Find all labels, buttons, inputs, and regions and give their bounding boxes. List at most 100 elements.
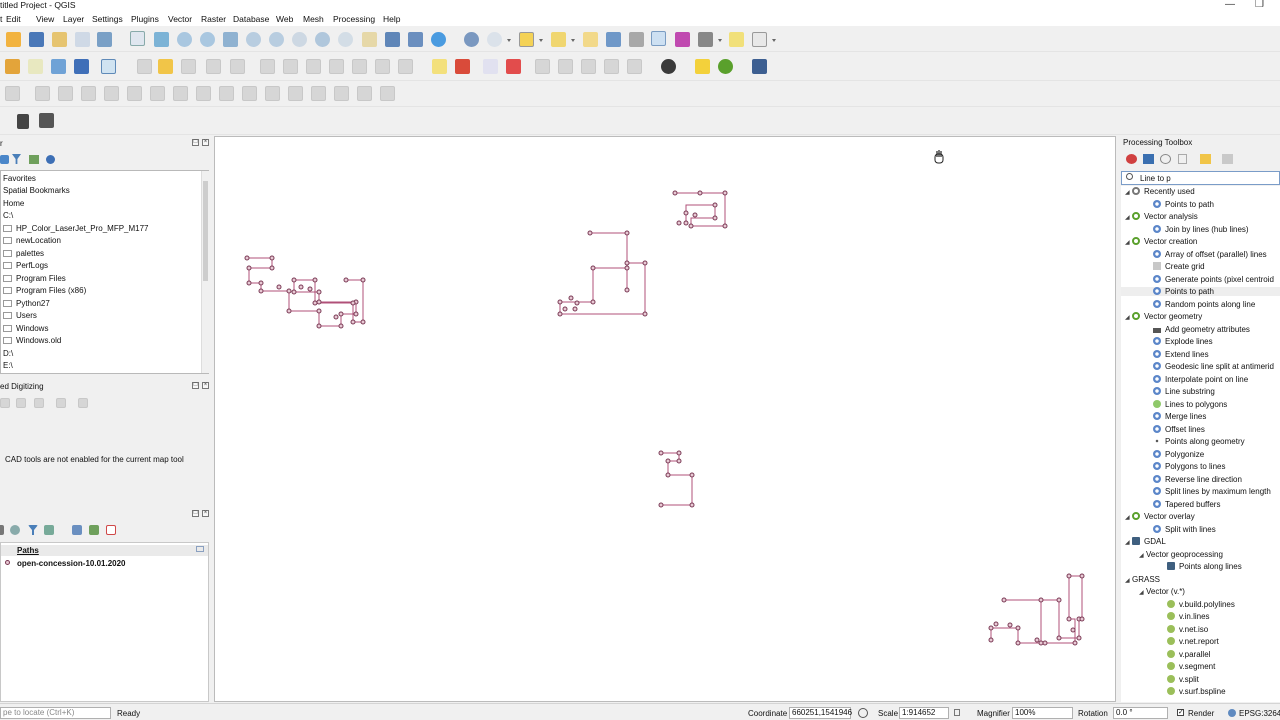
expand-arrow-icon[interactable]: ◢ — [1139, 552, 1146, 559]
data-source-manager-icon[interactable] — [5, 59, 20, 74]
browser-item-folder[interactable]: Windows — [3, 324, 48, 333]
chevron-down-icon[interactable] — [718, 39, 722, 42]
label-tool-icon[interactable] — [432, 59, 447, 74]
toolbox-algorithm[interactable]: v.net.iso — [1167, 624, 1208, 634]
toolbox-algorithm[interactable]: v.build.polylines — [1167, 599, 1235, 609]
digitize-tool-icon[interactable] — [334, 86, 349, 101]
menu-raster[interactable]: Raster — [201, 14, 226, 24]
expand-arrow-icon[interactable]: ◢ — [1125, 577, 1132, 584]
new-bookmark-icon[interactable] — [385, 32, 400, 47]
menu-layer[interactable]: Layer — [63, 14, 84, 24]
toolbox-algorithm[interactable]: v.surf.bspline — [1167, 687, 1226, 696]
menu-web[interactable]: Web — [276, 14, 293, 24]
expand-arrow-icon[interactable]: ◢ — [1125, 314, 1132, 321]
toolbox-algorithm[interactable]: Points to path — [1153, 199, 1214, 209]
toolbox-algorithm[interactable]: Array of offset (parallel) lines — [1153, 249, 1267, 259]
digitize-tool-icon[interactable] — [0, 398, 10, 408]
menu-help[interactable]: Help — [383, 14, 400, 24]
digitize-tool-icon[interactable] — [380, 86, 395, 101]
locator-search-input[interactable]: pe to locate (Ctrl+K) — [0, 707, 111, 719]
modify-attributes-icon[interactable] — [260, 59, 275, 74]
toolbox-algorithm[interactable]: Generate points (pixel centroid — [1153, 274, 1274, 284]
refresh-icon[interactable] — [0, 155, 9, 164]
visibility-eye-icon[interactable] — [10, 525, 20, 535]
menu-settings[interactable]: Settings — [92, 14, 123, 24]
toolbox-algorithm[interactable]: Add geometry attributes — [1153, 325, 1250, 334]
expand-arrow-icon[interactable]: ◢ — [1125, 214, 1132, 221]
menu-view[interactable]: View — [36, 14, 54, 24]
toolbox-algorithm[interactable]: Tapered buffers — [1153, 499, 1220, 509]
python-console-icon[interactable] — [695, 59, 710, 74]
expand-arrow-icon[interactable]: ◢ — [1125, 539, 1132, 546]
digitize-tool-icon[interactable] — [35, 86, 50, 101]
toolbox-algorithm[interactable]: Split with lines — [1153, 524, 1216, 534]
zoom-full-icon[interactable] — [223, 32, 238, 47]
expand-arrow-icon[interactable]: ◢ — [1125, 239, 1132, 246]
highlight-pinned-labels-icon[interactable] — [506, 59, 521, 74]
layer-name[interactable]: open-concession-10.01.2020 — [17, 559, 126, 568]
delete-selected-icon[interactable] — [283, 59, 298, 74]
toolbox-algorithm[interactable]: v.parallel — [1167, 649, 1210, 659]
browser-item-e-drive[interactable]: E:\ — [3, 361, 13, 370]
digitize-tool-icon[interactable] — [127, 86, 142, 101]
digitize-tool-icon[interactable] — [16, 398, 26, 408]
map-canvas[interactable] — [214, 136, 1116, 702]
new-shapefile-icon[interactable] — [28, 59, 43, 74]
results-viewer-icon[interactable] — [1178, 154, 1187, 164]
redo-icon[interactable] — [398, 59, 413, 74]
toolbox-algorithm[interactable]: Random points along line — [1153, 299, 1255, 309]
menu-project[interactable]: t — [0, 14, 2, 24]
digitize-tool-icon[interactable] — [58, 86, 73, 101]
zoom-in-icon[interactable] — [177, 32, 192, 47]
history-icon[interactable] — [1160, 154, 1171, 164]
refresh-icon[interactable] — [431, 32, 446, 47]
toolbox-algorithm[interactable]: Polygons to lines — [1153, 462, 1225, 471]
plugins-globe-icon[interactable] — [718, 59, 733, 74]
toolbox-group[interactable]: ◢ Recently used — [1125, 187, 1195, 196]
toolbox-algorithm[interactable]: v.split — [1167, 674, 1199, 684]
toggle-editing-icon[interactable] — [137, 59, 152, 74]
add-feature-icon[interactable] — [206, 59, 221, 74]
chevron-down-icon[interactable] — [539, 39, 543, 42]
expand-arrow-icon[interactable]: ◢ — [1125, 514, 1132, 521]
browser-item-spatial-bookmarks[interactable]: Spatial Bookmarks — [3, 186, 70, 195]
label-properties-icon[interactable] — [627, 59, 642, 74]
new-print-layout-icon[interactable] — [52, 32, 67, 47]
identify-icon[interactable] — [464, 32, 479, 47]
collapse-all-icon[interactable] — [89, 525, 99, 535]
browser-item-folder[interactable]: PerfLogs — [3, 261, 48, 270]
layer-row[interactable]: open-concession-10.01.2020 — [1, 558, 208, 569]
show-hide-labels-icon[interactable] — [535, 59, 550, 74]
coordinate-field[interactable]: 660251,1541946 — [789, 707, 852, 719]
digitize-tool-icon[interactable] — [81, 86, 96, 101]
layer-labeling-icon[interactable] — [455, 59, 470, 74]
new-virtual-layer-icon[interactable] — [101, 59, 116, 74]
zoom-native-icon[interactable] — [292, 32, 307, 47]
expand-arrow-icon[interactable]: ◢ — [1139, 589, 1146, 596]
zoom-last-icon[interactable] — [315, 32, 330, 47]
remove-layer-icon[interactable] — [106, 525, 116, 535]
show-bookmarks-icon[interactable] — [408, 32, 423, 47]
georeferencer-icon[interactable] — [661, 59, 676, 74]
statistics-sigma-icon[interactable] — [675, 32, 690, 47]
close-icon[interactable]: × — [202, 510, 209, 517]
zoom-selection-icon[interactable] — [246, 32, 261, 47]
undo-icon[interactable] — [375, 59, 390, 74]
toolbox-group[interactable]: ◢ Vector creation — [1125, 237, 1197, 246]
style-manager-icon[interactable] — [97, 32, 112, 47]
toolbox-algorithm[interactable]: Explode lines — [1153, 337, 1213, 346]
browser-item-folder[interactable]: palettes — [3, 249, 44, 258]
browser-scrollbar[interactable] — [201, 171, 209, 373]
digitize-tool-icon[interactable] — [78, 398, 88, 408]
chevron-down-icon[interactable] — [571, 39, 575, 42]
layer-group-row[interactable]: Paths — [1, 545, 208, 556]
menu-database[interactable]: Database — [233, 14, 269, 24]
browser-item-favorites[interactable]: Favorites — [3, 174, 36, 183]
attribute-table-icon[interactable] — [606, 32, 621, 47]
pencil-icon[interactable] — [158, 59, 173, 74]
text-annotation-icon[interactable] — [752, 32, 767, 47]
options-wrench-icon[interactable] — [1222, 154, 1233, 164]
menu-mesh[interactable]: Mesh — [303, 14, 324, 24]
toolbox-algorithm[interactable]: Extend lines — [1153, 349, 1209, 359]
digitize-tool-icon[interactable] — [219, 86, 234, 101]
